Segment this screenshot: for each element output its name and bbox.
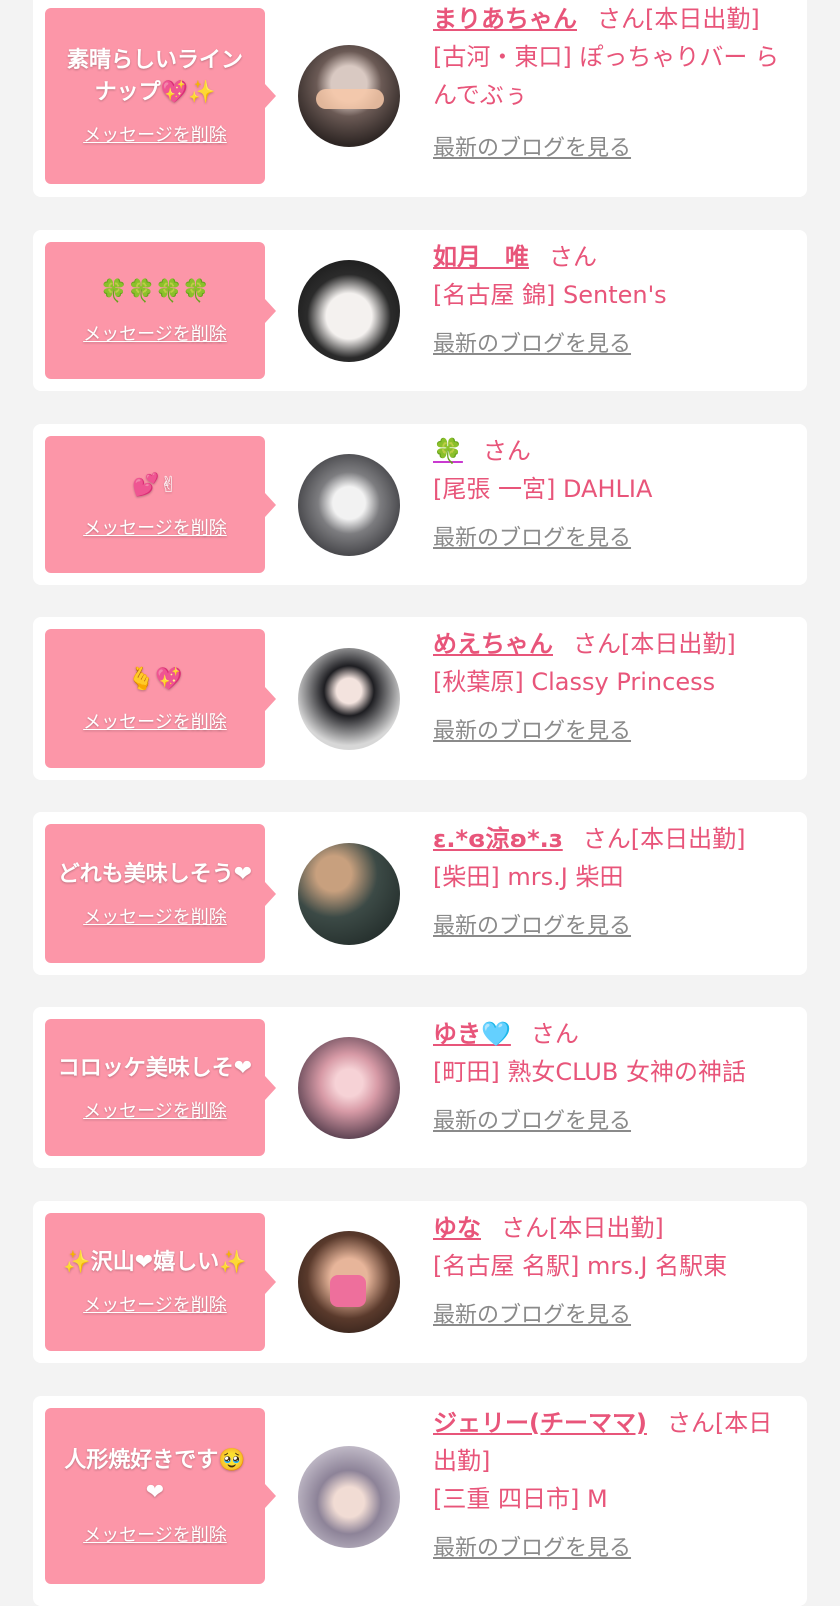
- delete-message-link[interactable]: メッセージを削除: [83, 1097, 227, 1123]
- message-text: 💕✌: [132, 472, 178, 498]
- message-text: 素晴らしいラインナップ💖✨: [66, 48, 243, 105]
- message-bubble: ✨沢山❤嬉しい✨ メッセージを削除: [45, 1213, 276, 1351]
- girl-name-link[interactable]: 如月 唯: [433, 243, 529, 271]
- girl-status: さん: [549, 243, 597, 271]
- girl-status: さん[本日出勤]: [501, 1214, 664, 1242]
- girl-info: めえちゃん さん[本日出勤] [秋葉原] Classy Princess 最新のブ…: [433, 625, 793, 745]
- shop-name: [三重 四日市] M: [433, 1485, 608, 1513]
- girl-status: さん: [530, 1020, 579, 1048]
- girl-info: 如月 唯さん [名古屋 錦] Senten's 最新のブログを見る: [433, 238, 793, 358]
- delete-message-link[interactable]: メッセージを削除: [83, 1291, 227, 1317]
- shop-name: [尾張 一宮] DAHLIA: [433, 475, 653, 503]
- message-card: 💕✌ メッセージを削除 🍀 さん [尾張 一宮] DAHLIA 最新のブログを見る: [33, 424, 807, 585]
- message-text: どれも美味しそう❤: [57, 861, 253, 887]
- girl-info: ε.*ɞ涼ʚ*.з さん[本日出勤] [柴田] mrs.J 柴田 最新のブログを見…: [433, 820, 793, 940]
- message-bubble: 🫰💖 メッセージを削除: [45, 629, 276, 768]
- girl-name-link[interactable]: 🍀: [433, 437, 463, 465]
- avatar[interactable]: [298, 1037, 400, 1139]
- latest-blog-link[interactable]: 最新のブログを見る: [433, 908, 631, 940]
- message-card: 素晴らしいラインナップ💖✨ メッセージを削除 まりあちゃん さん[本日出勤] [古…: [33, 0, 807, 197]
- latest-blog-link[interactable]: 最新のブログを見る: [433, 130, 631, 162]
- happy-sticker-icon: [316, 89, 384, 109]
- message-bubble: 素晴らしいラインナップ💖✨ メッセージを削除: [45, 8, 276, 184]
- message-bubble: 🍀🍀🍀🍀 メッセージを削除: [45, 242, 276, 379]
- girl-name-link[interactable]: ε.*ɞ涼ʚ*.з: [433, 825, 563, 853]
- avatar[interactable]: [298, 45, 400, 147]
- avatar[interactable]: [298, 1446, 400, 1548]
- avatar[interactable]: [298, 843, 400, 945]
- girl-status: さん: [482, 437, 531, 465]
- delete-message-link[interactable]: メッセージを削除: [83, 1521, 227, 1547]
- message-card: ✨沢山❤嬉しい✨ メッセージを削除 ゆな さん[本日出勤] [名古屋 名駅] mr…: [33, 1201, 807, 1363]
- message-bubble: 人形焼好きです🥹❤ メッセージを削除: [45, 1408, 276, 1584]
- message-text: コロッケ美味しそ❤: [57, 1055, 253, 1081]
- message-card: 🍀🍀🍀🍀 メッセージを削除 如月 唯さん [名古屋 錦] Senten's 最新…: [33, 230, 807, 391]
- latest-blog-link[interactable]: 最新のブログを見る: [433, 1297, 631, 1329]
- girl-name-link[interactable]: ゆき🩵: [433, 1020, 511, 1048]
- latest-blog-link[interactable]: 最新のブログを見る: [433, 713, 631, 745]
- delete-message-link[interactable]: メッセージを削除: [83, 708, 227, 734]
- latest-blog-link[interactable]: 最新のブログを見る: [433, 520, 631, 552]
- shop-name: [秋葉原] Classy Princess: [433, 668, 716, 696]
- message-text: ✨沢山❤嬉しい✨: [63, 1250, 247, 1275]
- girl-info: まりあちゃん さん[本日出勤] [古河・東口] ぽっちゃりバー らんでぶぅ 最新の…: [433, 0, 793, 162]
- delete-message-link[interactable]: メッセージを削除: [83, 121, 227, 147]
- latest-blog-link[interactable]: 最新のブログを見る: [433, 1103, 631, 1135]
- girl-info: 🍀 さん [尾張 一宮] DAHLIA 最新のブログを見る: [433, 432, 793, 552]
- delete-message-link[interactable]: メッセージを削除: [83, 320, 227, 346]
- delete-message-link[interactable]: メッセージを削除: [83, 514, 227, 540]
- girl-name-link[interactable]: まりあちゃん: [433, 5, 577, 33]
- girl-info: ゆき🩵 さん [町田] 熟女CLUB 女神の神話 最新のブログを見る: [433, 1015, 793, 1135]
- message-bubble: コロッケ美味しそ❤ メッセージを削除: [45, 1019, 276, 1156]
- message-card: 🫰💖 メッセージを削除 めえちゃん さん[本日出勤] [秋葉原] Classy P…: [33, 617, 807, 780]
- girl-status: さん[本日出勤]: [573, 630, 736, 658]
- girl-name-link[interactable]: ゆな: [433, 1214, 481, 1242]
- avatar[interactable]: [298, 648, 400, 750]
- message-bubble: どれも美味しそう❤ メッセージを削除: [45, 824, 276, 963]
- shop-name: [名古屋 錦] Senten's: [433, 281, 667, 309]
- avatar[interactable]: [298, 1231, 400, 1333]
- latest-blog-link[interactable]: 最新のブログを見る: [433, 1530, 631, 1562]
- shop-name: [名古屋 名駅] mrs.J 名駅東: [433, 1252, 728, 1280]
- girl-info: ゆな さん[本日出勤] [名古屋 名駅] mrs.J 名駅東 最新のブログを見る: [433, 1209, 793, 1329]
- shop-name: [古河・東口] ぽっちゃりバー らんでぶぅ: [433, 43, 779, 109]
- message-card: コロッケ美味しそ❤ メッセージを削除 ゆき🩵 さん [町田] 熟女CLUB 女神の…: [33, 1007, 807, 1168]
- avatar[interactable]: [298, 454, 400, 556]
- shop-name: [柴田] mrs.J 柴田: [433, 863, 624, 891]
- girl-info: ジェリー(チーママ) さん[本日出勤] [三重 四日市] M 最新のブログを見る: [433, 1404, 793, 1562]
- message-card: どれも美味しそう❤ メッセージを削除 ε.*ɞ涼ʚ*.з さん[本日出勤] [柴田…: [33, 812, 807, 975]
- shop-name: [町田] 熟女CLUB 女神の神話: [433, 1058, 746, 1086]
- message-text: 🫰💖: [127, 666, 183, 692]
- thank-you-sticker-icon: [330, 1275, 366, 1307]
- latest-blog-link[interactable]: 最新のブログを見る: [433, 326, 631, 358]
- girl-name-link[interactable]: ジェリー(チーママ): [433, 1409, 647, 1437]
- girl-status: さん[本日出勤]: [597, 5, 760, 33]
- message-text: 🍀🍀🍀🍀: [100, 278, 210, 304]
- girl-status: さん[本日出勤]: [582, 825, 746, 853]
- avatar[interactable]: [298, 260, 400, 362]
- message-text: 人形焼好きです🥹❤: [64, 1448, 246, 1505]
- message-bubble: 💕✌ メッセージを削除: [45, 436, 276, 573]
- girl-name-link[interactable]: めえちゃん: [433, 630, 553, 658]
- message-card: 人形焼好きです🥹❤ メッセージを削除 ジェリー(チーママ) さん[本日出勤] [三…: [33, 1396, 807, 1606]
- delete-message-link[interactable]: メッセージを削除: [83, 903, 227, 929]
